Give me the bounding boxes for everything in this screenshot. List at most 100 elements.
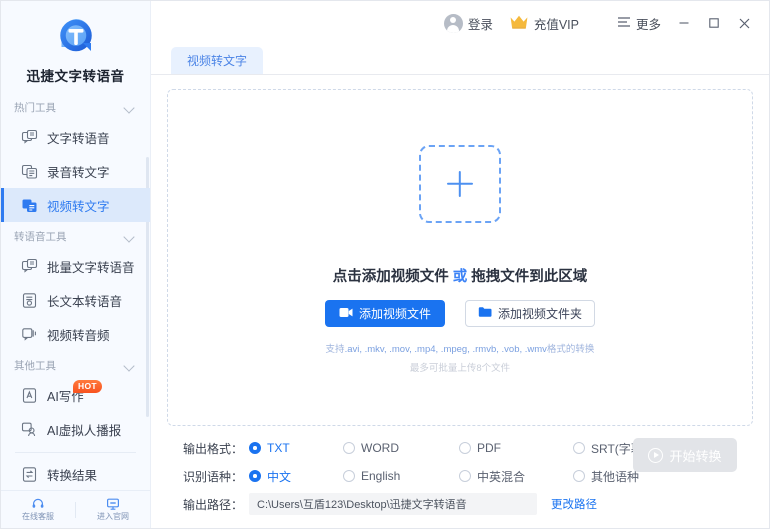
play-icon bbox=[648, 447, 664, 463]
video-to-audio-icon bbox=[21, 326, 38, 343]
formats-prefix: 支持 bbox=[325, 344, 345, 355]
sidebar-group-header-other-tools[interactable]: 其他工具 bbox=[1, 351, 150, 378]
file-dropzone[interactable]: 点击添加视频文件 或 拖拽文件到此区域 添加视频文件 添加视频文件夹 支持.av… bbox=[167, 89, 753, 426]
conversion-results-icon bbox=[21, 466, 38, 483]
dropzone-title-tail: 拖拽文件到此区域 bbox=[471, 269, 588, 285]
dropzone-title: 点击添加视频文件 或 拖拽文件到此区域 bbox=[333, 265, 588, 286]
recording-to-text-icon bbox=[21, 163, 38, 180]
radio-dot bbox=[343, 470, 355, 482]
login-label: 登录 bbox=[467, 17, 493, 32]
online-support-button[interactable]: 在线客服 bbox=[1, 497, 75, 522]
output-path-row: 输出路径： C:\Users\互盾123\Desktop\迅捷文字转语音 更改路… bbox=[183, 490, 737, 518]
output-path-field[interactable]: C:\Users\互盾123\Desktop\迅捷文字转语音 bbox=[249, 493, 537, 515]
start-conversion-button[interactable]: 开始转换 bbox=[633, 438, 737, 472]
radio-language-other[interactable]: 其他语种 bbox=[573, 468, 639, 485]
radio-format-pdf[interactable]: PDF bbox=[459, 441, 545, 455]
batch-text-to-speech-icon bbox=[21, 258, 38, 275]
sidebar-item-label: 转换结果 bbox=[47, 468, 98, 483]
radio-label: 中英混合 bbox=[477, 469, 526, 484]
radio-label: PDF bbox=[477, 441, 501, 455]
sidebar-item-long-text-to-speech[interactable]: 长文本转语音 bbox=[1, 283, 150, 317]
radio-language-chinese[interactable]: 中文 bbox=[249, 468, 315, 485]
output-path-label: 输出路径： bbox=[183, 497, 244, 512]
video-file-icon bbox=[339, 307, 353, 321]
long-text-to-speech-icon bbox=[21, 292, 38, 309]
sidebar-item-label: 录音转文字 bbox=[47, 165, 110, 180]
plus-icon[interactable] bbox=[419, 145, 501, 223]
add-video-folder-button[interactable]: 添加视频文件夹 bbox=[465, 300, 596, 327]
sidebar-item-text-to-speech[interactable]: 文字转语音 bbox=[1, 120, 150, 154]
language-label: 识别语种： bbox=[183, 469, 244, 484]
more-label: 更多 bbox=[635, 17, 661, 32]
online-support-label: 在线客服 bbox=[22, 512, 54, 521]
sidebar-item-conversion-results[interactable]: 转换结果 bbox=[1, 457, 150, 490]
sidebar-item-batch-text-to-speech[interactable]: 批量文字转语音 bbox=[1, 249, 150, 283]
tab-video-to-text[interactable]: 视频转文字 bbox=[171, 47, 264, 74]
monitor-icon bbox=[106, 497, 120, 511]
sidebar: 迅捷文字转语音 热门工具 文字转语音 录音转文字 视频转文字 转语音工具 批量文… bbox=[1, 1, 151, 528]
sidebar-item-label: AI虚拟人播报 bbox=[47, 423, 122, 438]
radio-dot bbox=[573, 442, 585, 454]
radio-language-mixed[interactable]: 中英混合 bbox=[459, 468, 545, 485]
radio-dot bbox=[459, 470, 471, 482]
tabbar: 视频转文字 bbox=[151, 45, 769, 75]
radio-dot bbox=[249, 470, 261, 482]
sidebar-nav: 热门工具 文字转语音 录音转文字 视频转文字 转语音工具 批量文字转语音 长文本… bbox=[1, 85, 150, 490]
brand: 迅捷文字转语音 bbox=[1, 1, 150, 85]
options-panel: 输出格式： TXT WORD PDF SRT(字幕) 识别语种： 中文 Engl… bbox=[167, 426, 753, 528]
add-video-file-label: 添加视频文件 bbox=[358, 307, 431, 321]
sidebar-item-ai-avatar-broadcast[interactable]: AI虚拟人播报 bbox=[1, 412, 150, 446]
supported-formats-text: 支持.avi, .mkv, .mov, .mp4, .mpeg, .rmvb, … bbox=[326, 341, 595, 355]
avatar-icon bbox=[443, 13, 463, 33]
official-site-label: 进入官网 bbox=[97, 512, 129, 521]
text-to-speech-icon bbox=[21, 129, 38, 146]
recharge-vip-button[interactable]: 充值VIP bbox=[501, 9, 587, 37]
sidebar-item-label: 长文本转语音 bbox=[47, 294, 123, 309]
maximize-icon[interactable] bbox=[699, 9, 729, 37]
hot-badge: HOT bbox=[73, 380, 102, 393]
radio-format-txt[interactable]: TXT bbox=[249, 441, 315, 455]
sidebar-item-label: 文字转语音 bbox=[47, 131, 110, 146]
ai-avatar-broadcast-icon bbox=[21, 421, 38, 438]
headset-icon bbox=[31, 497, 45, 511]
official-site-button[interactable]: 进入官网 bbox=[76, 497, 150, 522]
radio-label: WORD bbox=[361, 441, 399, 455]
add-video-file-button[interactable]: 添加视频文件 bbox=[324, 300, 445, 327]
dropzone-title-main: 点击添加视频文件 bbox=[332, 269, 449, 285]
group-title: 热门工具 bbox=[14, 102, 56, 114]
sidebar-divider bbox=[15, 452, 136, 453]
start-conversion-label: 开始转换 bbox=[669, 448, 722, 464]
sidebar-item-video-to-text[interactable]: 视频转文字 bbox=[1, 188, 150, 222]
app-window: 迅捷文字转语音 热门工具 文字转语音 录音转文字 视频转文字 转语音工具 批量文… bbox=[0, 0, 770, 529]
change-path-link[interactable]: 更改路径 bbox=[551, 496, 597, 512]
sidebar-footer: 在线客服 进入官网 bbox=[1, 490, 150, 528]
minimize-icon[interactable] bbox=[669, 9, 699, 37]
brand-name: 迅捷文字转语音 bbox=[26, 69, 125, 84]
more-button[interactable]: 更多 bbox=[609, 9, 669, 37]
login-button[interactable]: 登录 bbox=[436, 9, 501, 37]
sidebar-item-label: 批量文字转语音 bbox=[47, 260, 135, 275]
close-icon[interactable] bbox=[729, 9, 759, 37]
sidebar-group-header-hot[interactable]: 热门工具 bbox=[1, 93, 150, 120]
radio-dot bbox=[459, 442, 471, 454]
recharge-vip-label: 充值VIP bbox=[533, 17, 579, 32]
sidebar-item-ai-writing[interactable]: AI写作 HOT bbox=[1, 378, 150, 412]
sidebar-item-video-to-audio[interactable]: 视频转音频 bbox=[1, 317, 150, 351]
video-to-text-icon bbox=[21, 197, 38, 214]
formats-suffix: 格式的转换 bbox=[546, 344, 595, 355]
formats-list: .avi, .mkv, .mov, .mp4, .mpeg, .rmvb, .v… bbox=[344, 344, 547, 355]
titlebar: 登录 充值VIP 更多 bbox=[151, 1, 769, 45]
radio-label: 其他语种 bbox=[591, 469, 640, 484]
radio-format-word[interactable]: WORD bbox=[343, 441, 431, 455]
group-title: 转语音工具 bbox=[14, 231, 67, 243]
folder-icon bbox=[478, 306, 492, 321]
radio-language-english[interactable]: English bbox=[343, 469, 431, 483]
hamburger-icon bbox=[617, 16, 631, 31]
sidebar-item-label: 视频转音频 bbox=[47, 328, 110, 343]
radio-label: TXT bbox=[267, 441, 290, 455]
main-area: 登录 充值VIP 更多 视频转文字 点击添加视频文件 或 拖拽文件到此区域 添加… bbox=[151, 1, 769, 528]
sidebar-group-header-tts-tools[interactable]: 转语音工具 bbox=[1, 222, 150, 249]
output-format-label: 输出格式： bbox=[183, 441, 244, 456]
add-video-folder-label: 添加视频文件夹 bbox=[498, 307, 583, 321]
sidebar-item-recording-to-text[interactable]: 录音转文字 bbox=[1, 154, 150, 188]
